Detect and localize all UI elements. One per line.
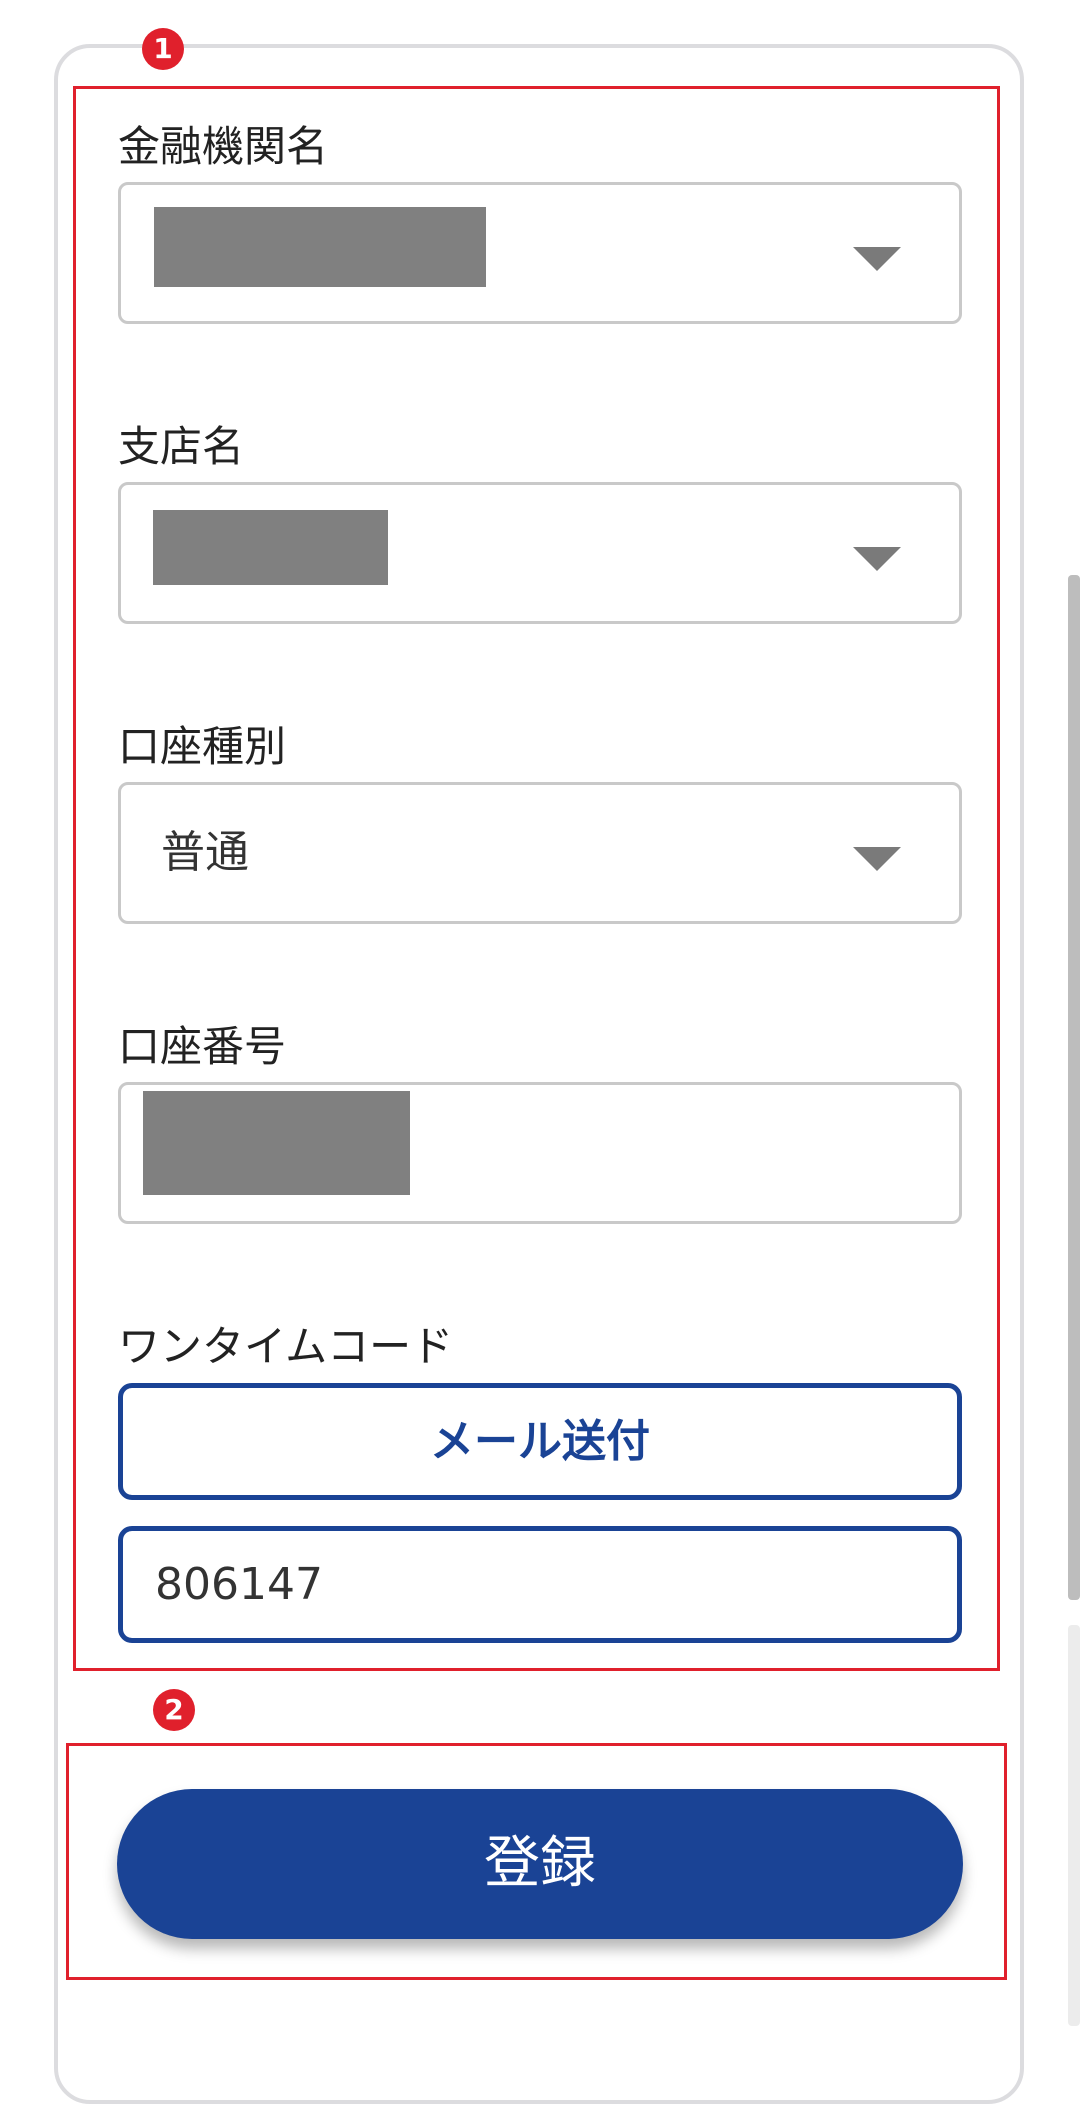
account-type-value: 普通 — [161, 827, 249, 878]
onetime-code-input[interactable]: 806147 — [118, 1526, 962, 1643]
account-type-select[interactable]: 普通 — [118, 782, 962, 924]
account-number-label: 口座番号 — [118, 1022, 287, 1071]
branch-name-label: 支店名 — [118, 422, 245, 471]
annotation-marker-1: 1 — [142, 28, 184, 70]
bank-name-select[interactable] — [118, 182, 962, 324]
scrollbar-track[interactable] — [1068, 1625, 1080, 2026]
chevron-down-icon — [853, 547, 901, 571]
redacted-account-number — [143, 1091, 410, 1195]
redacted-branch-name — [153, 510, 388, 585]
annotation-marker-2: 2 — [153, 1689, 195, 1731]
account-type-label: 口座種別 — [118, 722, 287, 771]
send-mail-button[interactable]: メール送付 — [118, 1383, 962, 1500]
scrollbar-thumb[interactable] — [1068, 575, 1080, 1600]
chevron-down-icon — [853, 847, 901, 871]
branch-name-select[interactable] — [118, 482, 962, 624]
register-button[interactable]: 登録 — [117, 1789, 963, 1939]
onetime-code-label: ワンタイムコード — [118, 1322, 454, 1371]
chevron-down-icon — [853, 247, 901, 271]
redacted-bank-name — [154, 207, 486, 287]
account-number-input[interactable] — [118, 1082, 962, 1224]
bank-name-label: 金融機関名 — [118, 122, 329, 171]
